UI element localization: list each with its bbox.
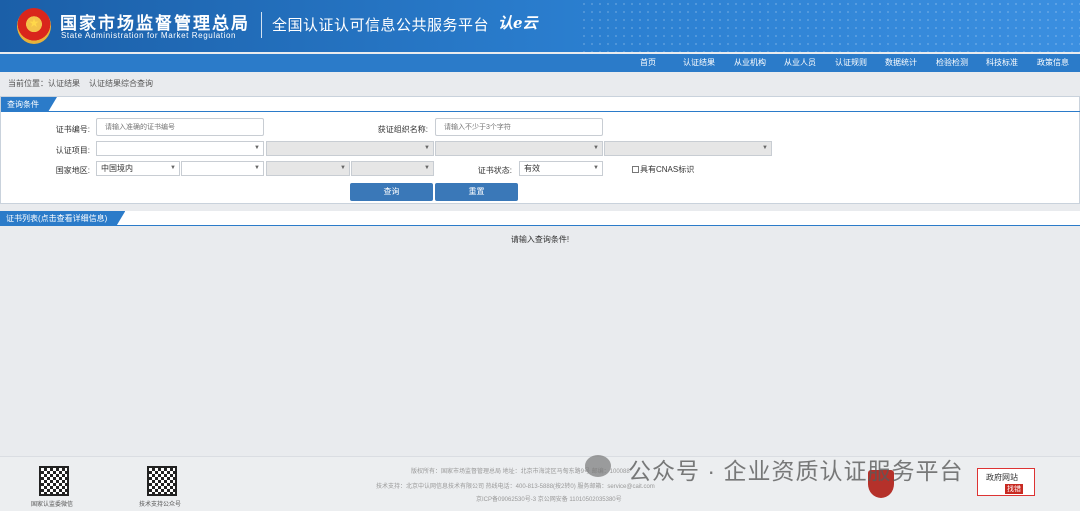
region-label: 国家地区: [55,166,90,175]
project-label: 认证项目: [55,146,90,155]
chevron-down-icon: ▼ [424,145,430,151]
empty-message: 请输入查询条件! [510,235,570,244]
nav-policy[interactable]: 政策信息 [1037,54,1069,72]
query-panel-header: 查询条件 [1,97,1080,112]
breadcrumb-level2[interactable]: 认证结果综合查询 [89,79,153,88]
nav-cert-results[interactable]: 认证结果 [683,54,715,72]
region-select-city[interactable]: ▼ [266,161,350,176]
project-select-2[interactable]: ▼ [266,141,434,156]
qr-support-label: 技术支持公众号 [139,502,182,508]
footer-icp[interactable]: 京ICP备09062530号-3 京公网安备 11010502035380号 [476,494,622,503]
chevron-down-icon: ▼ [254,145,260,151]
project-select-1[interactable]: ▼ [96,141,264,156]
query-section-title: 查询条件 [1,97,57,112]
org-name-label: 获证组织名称: [377,125,428,134]
wechat-icon [585,455,611,477]
nav-institutions[interactable]: 从业机构 [734,54,766,72]
qr-wechat-label: 国家认监委微信 [31,502,74,508]
status-select-value: 有效 [524,164,540,173]
nav-home[interactable]: 首页 [640,54,656,72]
chevron-down-icon: ▼ [424,165,430,171]
search-button[interactable]: 查询 [350,183,433,201]
chevron-down-icon: ▼ [340,165,346,171]
national-emblem-icon: ★ [17,8,51,44]
qr-code-wechat-icon [39,466,69,496]
cert-no-input[interactable] [96,118,264,136]
qr-code-support-icon [147,466,177,496]
chevron-down-icon: ▼ [254,165,260,171]
header-pattern [580,0,1080,52]
project-select-4[interactable]: ▼ [604,141,772,156]
agency-title-en: State Administration for Market Regulati… [61,31,237,40]
watermark: 公众号 · 企业资质认证服务平台 [628,458,964,484]
status-label: 证书状态: [477,166,512,175]
cnas-checkbox[interactable]: 具有CNAS标识 [632,164,694,175]
breadcrumb: 当前位置：认证结果 认证结果综合查询 [8,78,162,89]
list-section-title: 证书列表(点击查看详细信息) [0,211,125,226]
gov-site-error-report[interactable]: 政府网站 找错 [977,468,1035,496]
header-divider [261,12,262,38]
breadcrumb-label: 当前位置： [8,79,48,88]
status-select[interactable]: 有效 ▼ [519,161,603,176]
org-name-input[interactable] [435,118,603,136]
platform-title: 全国认证认可信息公共服务平台 [272,17,490,34]
breadcrumb-level1[interactable]: 认证结果 [48,79,80,88]
cert-no-label: 证书编号: [55,125,90,134]
chevron-down-icon: ▼ [593,145,599,151]
chevron-down-icon: ▼ [170,165,176,171]
gov-box-title: 政府网站 [986,473,1018,482]
list-panel-header: 证书列表(点击查看详细信息) [0,211,1080,226]
project-select-3[interactable]: ▼ [435,141,603,156]
region-select-district[interactable]: ▼ [351,161,434,176]
platform-logo: 认e云 [498,14,538,32]
nav-standards[interactable]: 科技标准 [986,54,1018,72]
nav-rules[interactable]: 认证规则 [835,54,867,72]
reset-button[interactable]: 重置 [435,183,518,201]
footer-support: 技术支持：北京中认网信息技术有限公司 热线电话：400-813-5888(按2转… [376,484,655,490]
gov-box-action: 找错 [1005,484,1023,494]
region-select-province[interactable]: ▼ [181,161,264,176]
region-select-country[interactable]: 中国境内 ▼ [96,161,180,176]
site-header: ★ 国家市场监督管理总局 State Administration for Ma… [0,0,1080,52]
region-select-value: 中国境内 [101,164,133,173]
checkbox-icon[interactable] [632,166,639,173]
nav-personnel[interactable]: 从业人员 [784,54,816,72]
nav-statistics[interactable]: 数据统计 [885,54,917,72]
chevron-down-icon: ▼ [593,165,599,171]
main-nav: 首页 认证结果 从业机构 从业人员 认证规则 数据统计 检验检测 科技标准 政策… [0,54,1080,72]
chevron-down-icon: ▼ [762,145,768,151]
nav-inspection[interactable]: 检验检测 [936,54,968,72]
cnas-checkbox-label: 具有CNAS标识 [640,165,695,174]
